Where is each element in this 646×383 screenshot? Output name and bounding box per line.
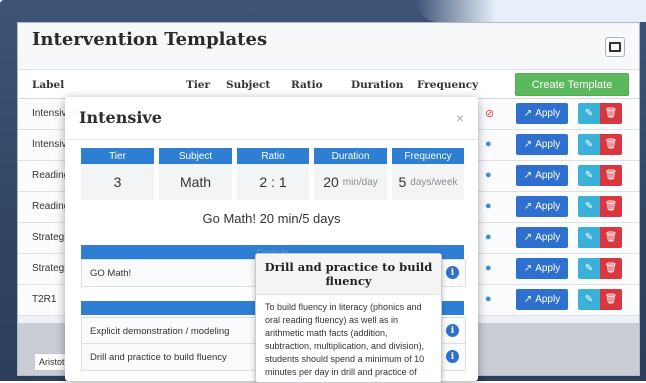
eye-icon[interactable]: ● <box>485 138 492 150</box>
stat-value-box: 2 : 1 <box>237 164 309 200</box>
column-ratio: Ratio <box>291 79 323 91</box>
apply-label: Apply <box>535 263 561 274</box>
edit-button[interactable]: ✎ <box>578 103 600 124</box>
edit-button[interactable]: ✎ <box>578 134 600 155</box>
eye-icon[interactable]: ● <box>485 231 492 243</box>
stat-value: Math <box>179 174 212 190</box>
modal-title: Intensive <box>79 108 162 127</box>
share-icon: ↗ <box>523 232 533 243</box>
delete-button[interactable]: 🗑 <box>600 227 622 248</box>
stat-card-subject: Subject Math <box>159 148 232 202</box>
stat-label: Frequency <box>392 148 464 164</box>
apply-label: Apply <box>535 170 561 181</box>
delete-button[interactable]: 🗑 <box>600 165 622 186</box>
popover-title: Drill and practice to build fluency <box>256 254 441 295</box>
stat-label: Tier <box>81 148 154 164</box>
modal-header: Intensive × <box>65 97 478 140</box>
stat-unit: min/day <box>342 176 378 188</box>
stat-unit: days/week <box>410 176 458 188</box>
corner-highlight <box>416 0 646 22</box>
apply-label: Apply <box>535 232 561 243</box>
stat-value-box: 3 <box>81 164 154 200</box>
popover-body: To build fluency in literacy (phonics an… <box>265 302 425 377</box>
stat-value: 2 : 1 <box>259 174 287 190</box>
strategy-item-label: Explicit demonstration / modeling <box>90 326 230 337</box>
stat-value: 3 <box>113 174 122 190</box>
strategy-popover: Drill and practice to build fluency To b… <box>255 253 442 383</box>
eye-slash-icon[interactable]: ⊘ <box>485 107 494 120</box>
eye-icon[interactable]: ● <box>485 169 492 181</box>
share-icon: ↗ <box>523 139 533 150</box>
delete-button[interactable]: 🗑 <box>600 134 622 155</box>
stat-label: Subject <box>159 148 232 164</box>
edit-button[interactable]: ✎ <box>578 227 600 248</box>
window-frame: Intervention Templates Label Tier Subjec… <box>0 0 646 383</box>
window-icon <box>609 42 621 52</box>
stat-value: 20 <box>323 174 339 190</box>
row-label: T2R1 <box>32 294 57 305</box>
share-icon: ↗ <box>523 201 533 212</box>
column-tier: Tier <box>186 79 211 91</box>
strategy-item-label: Drill and practice to build fluency <box>90 352 227 363</box>
eye-icon[interactable]: ● <box>485 200 492 212</box>
modal-close-icon[interactable]: × <box>456 110 464 126</box>
apply-button[interactable]: ↗ Apply <box>516 227 568 248</box>
apply-label: Apply <box>535 294 561 305</box>
info-icon[interactable]: i <box>446 266 459 279</box>
stat-value-box: Math <box>159 164 232 200</box>
stat-value-box: 20 min/day <box>314 164 387 200</box>
row-label: Reading <box>32 201 70 212</box>
edit-button[interactable]: ✎ <box>578 196 600 217</box>
stat-card-frequency: Frequency 5 days/week <box>392 148 464 202</box>
column-label: Label <box>32 79 65 91</box>
stat-value: 5 <box>398 174 407 190</box>
delete-button[interactable]: 🗑 <box>600 103 622 124</box>
apply-label: Apply <box>535 139 561 150</box>
curricula-item-label: GO Math! <box>90 268 132 279</box>
column-subject: Subject <box>226 79 271 91</box>
apply-label: Apply <box>535 108 561 119</box>
stat-value-box: 5 days/week <box>392 164 464 200</box>
stat-card-tier: Tier 3 <box>81 148 154 202</box>
window-toggle-button[interactable] <box>605 37 625 57</box>
info-icon[interactable]: i <box>446 350 459 363</box>
share-icon: ↗ <box>523 263 533 274</box>
stat-card-ratio: Ratio 2 : 1 <box>237 148 309 202</box>
delete-button[interactable]: 🗑 <box>600 196 622 217</box>
page-title: Intervention Templates <box>32 29 268 50</box>
panel-header: Intervention Templates <box>18 23 639 70</box>
edit-button[interactable]: ✎ <box>578 289 600 310</box>
stat-card-duration: Duration 20 min/day <box>314 148 387 202</box>
delete-button[interactable]: 🗑 <box>600 258 622 279</box>
share-icon: ↗ <box>523 108 533 119</box>
edit-button[interactable]: ✎ <box>578 258 600 279</box>
edit-button[interactable]: ✎ <box>578 165 600 186</box>
template-description: Go Math! 20 min/5 days <box>202 211 341 226</box>
apply-button[interactable]: ↗ Apply <box>516 103 568 124</box>
column-frequency: Frequency <box>417 79 479 91</box>
apply-button[interactable]: ↗ Apply <box>516 134 568 155</box>
apply-button[interactable]: ↗ Apply <box>516 289 568 310</box>
delete-button[interactable]: 🗑 <box>600 289 622 310</box>
share-icon: ↗ <box>523 294 533 305</box>
create-template-button[interactable]: Create Template <box>515 73 629 96</box>
stat-label: Ratio <box>237 148 309 164</box>
apply-button[interactable]: ↗ Apply <box>516 196 568 217</box>
apply-label: Apply <box>535 201 561 212</box>
apply-button[interactable]: ↗ Apply <box>516 165 568 186</box>
share-icon: ↗ <box>523 170 533 181</box>
column-duration: Duration <box>351 79 404 91</box>
stat-label: Duration <box>314 148 387 164</box>
eye-icon[interactable]: ● <box>485 262 492 274</box>
apply-button[interactable]: ↗ Apply <box>516 258 568 279</box>
eye-icon[interactable]: ● <box>485 293 492 305</box>
row-label: Reading <box>32 170 70 181</box>
info-icon[interactable]: i <box>446 324 459 337</box>
